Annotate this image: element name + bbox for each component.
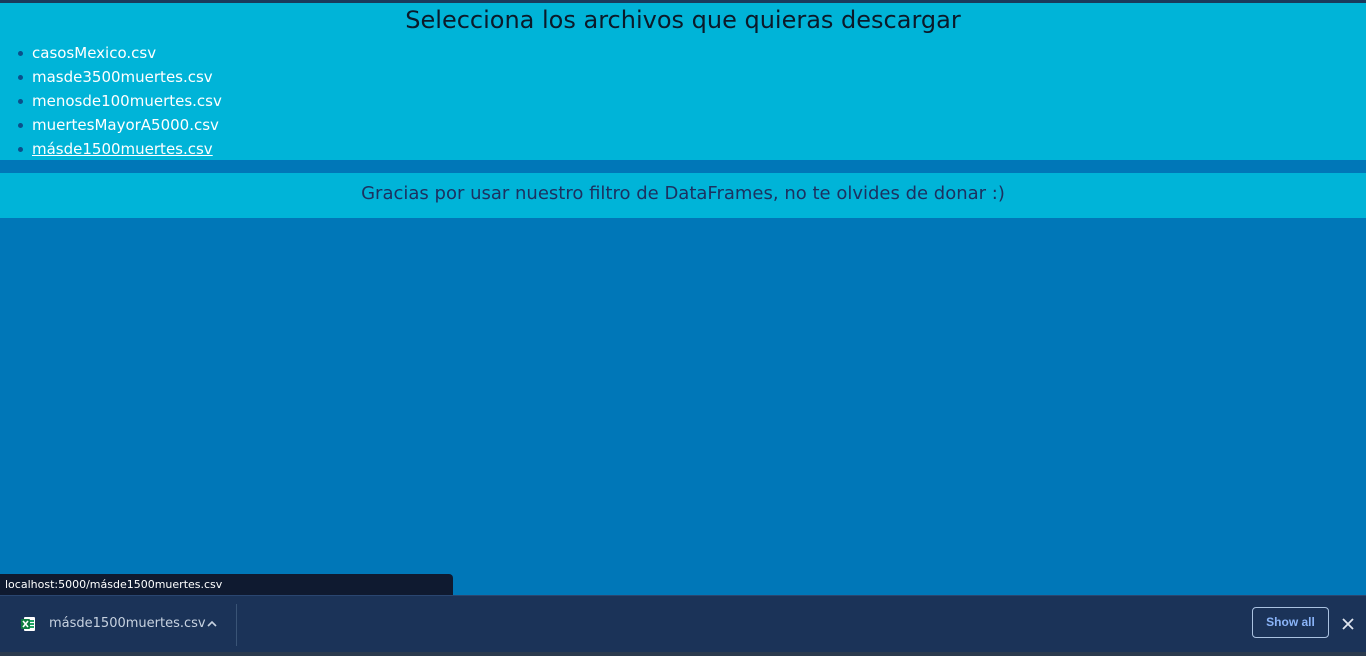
list-item: casosMexico.csv — [18, 43, 222, 67]
download-filename: másde1500muertes.csv — [49, 616, 206, 631]
download-item-divider — [236, 604, 237, 646]
window-bottom-edge — [0, 652, 1366, 656]
list-item: másde1500muertes.csv — [18, 139, 222, 163]
show-all-button[interactable]: Show all — [1252, 607, 1329, 638]
file-list: casosMexico.csv masde3500muertes.csv men… — [0, 43, 222, 163]
file-link-casosmexico[interactable]: casosMexico.csv — [32, 44, 156, 62]
list-item: muertesMayorA5000.csv — [18, 115, 222, 139]
page-title: Selecciona los archivos que quieras desc… — [405, 6, 961, 34]
list-item: masde3500muertes.csv — [18, 67, 222, 91]
file-link-muertesmayora5000[interactable]: muertesMayorA5000.csv — [32, 116, 219, 134]
file-link-masde1500muertes[interactable]: másde1500muertes.csv — [32, 140, 213, 158]
close-icon[interactable] — [1339, 615, 1357, 633]
status-bar-url: localhost:5000/másde1500muertes.csv — [0, 574, 453, 595]
excel-file-icon — [21, 617, 35, 631]
download-item[interactable]: másde1500muertes.csv — [0, 596, 236, 653]
list-item: menosde100muertes.csv — [18, 91, 222, 115]
download-bar: másde1500muertes.csv Show all — [0, 595, 1366, 653]
file-selection-panel: Selecciona los archivos que quieras desc… — [0, 3, 1366, 160]
chevron-up-icon[interactable] — [204, 616, 220, 632]
file-link-masde3500muertes[interactable]: masde3500muertes.csv — [32, 68, 213, 86]
file-link-menosde100muertes[interactable]: menosde100muertes.csv — [32, 92, 222, 110]
thanks-message: Gracias por usar nuestro filtro de DataF… — [0, 173, 1366, 218]
